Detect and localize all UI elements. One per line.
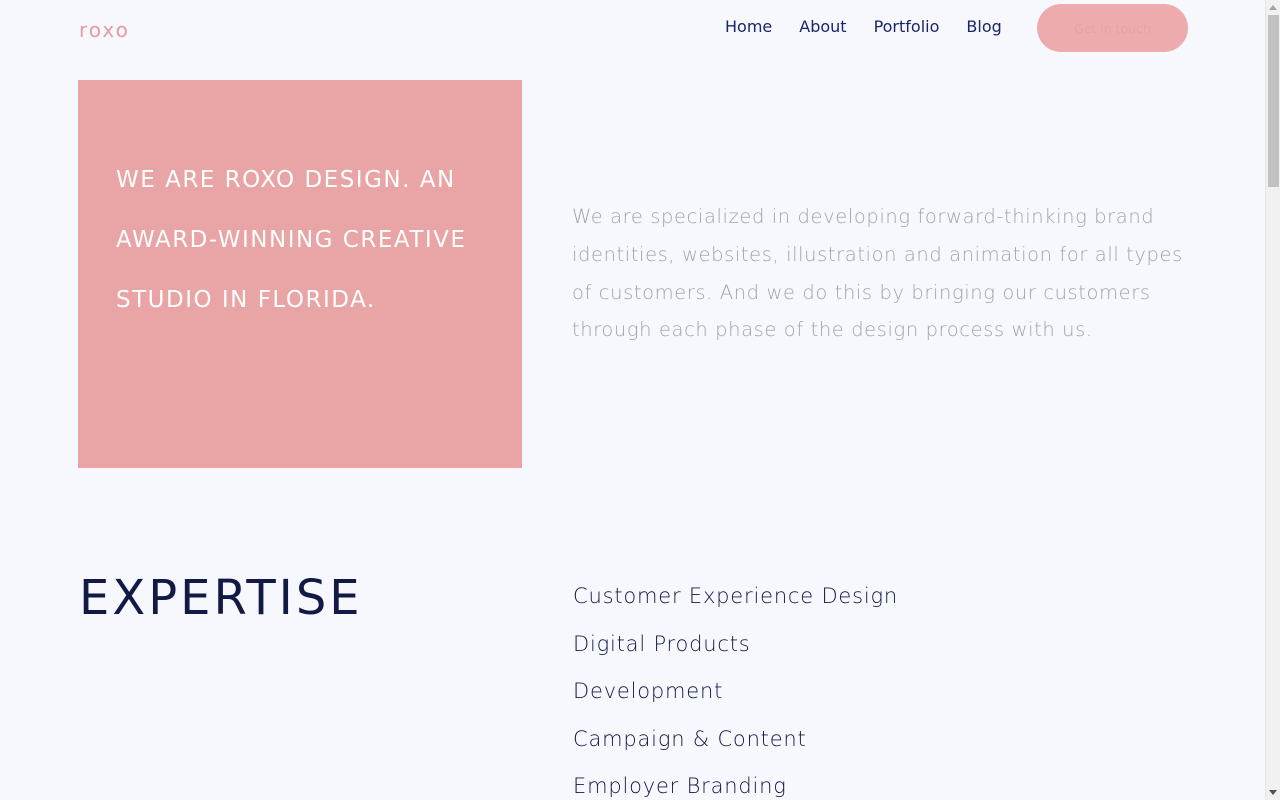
expertise-item: Development: [573, 679, 724, 703]
expertise-item: Campaign & Content: [573, 726, 807, 751]
nav-link-about[interactable]: About: [799, 16, 846, 38]
nav-link-blog[interactable]: Blog: [966, 16, 1001, 38]
nav-link-home[interactable]: Home: [725, 16, 772, 38]
expertise-item: Employer Branding: [573, 774, 787, 798]
expertise-item: Customer Experience Design: [573, 584, 899, 608]
page: roxo Home About Portfolio Blog Get in to…: [0, 0, 1265, 800]
hero-description: We are specialized in developing forward…: [572, 205, 1183, 342]
vertical-scrollbar[interactable]: [1265, 0, 1280, 800]
hero-card: We are Roxo Design. An award-winning cre…: [78, 80, 522, 468]
hero-title: We are Roxo Design. An award-winning cre…: [116, 167, 467, 313]
expertise-list: Customer Experience Design Digital Produ…: [573, 577, 898, 800]
get-in-touch-button[interactable]: Get in touch: [1037, 4, 1188, 52]
scroll-down-arrow-icon[interactable]: [1269, 790, 1277, 795]
expertise-item: Digital Products: [573, 631, 751, 656]
expertise-heading: EXPERTISE: [79, 570, 363, 626]
scrollbar-thumb[interactable]: [1268, 15, 1279, 187]
main-nav: Home About Portfolio Blog: [725, 16, 1029, 38]
nav-link-portfolio[interactable]: Portfolio: [874, 16, 940, 38]
logo[interactable]: roxo: [79, 19, 130, 41]
scroll-up-arrow-icon[interactable]: [1269, 5, 1277, 10]
